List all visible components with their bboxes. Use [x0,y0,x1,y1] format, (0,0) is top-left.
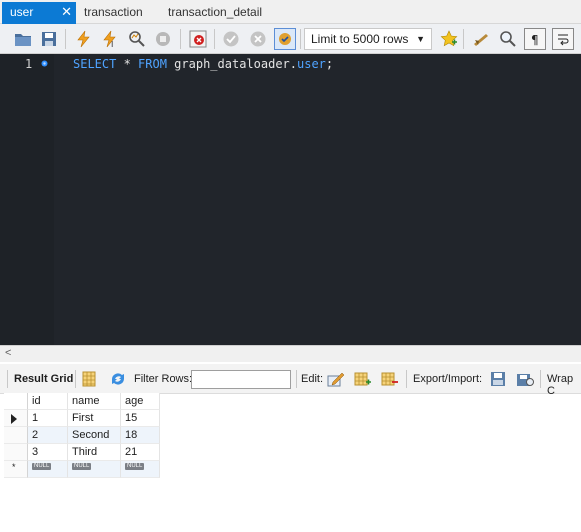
row-header[interactable] [4,427,28,444]
cell-name[interactable]: Third [68,444,121,461]
query-tab-bar: user ✕ transaction transaction_detail [0,0,581,24]
import-icon[interactable] [516,370,534,388]
null-badge: NULL [125,463,145,470]
cell-age[interactable]: NULL [121,461,160,478]
keyword-select: SELECT [73,57,117,71]
refresh-icon[interactable] [109,370,127,388]
keyword-from: FROM [138,57,167,71]
export-icon[interactable] [489,370,507,388]
chevron-down-icon: ▼ [416,34,425,44]
open-folder-icon[interactable] [12,28,34,50]
line-number: 1 [25,57,33,71]
tab-label: transaction [84,5,143,19]
null-badge: NULL [32,463,52,470]
edit-row-icon[interactable] [327,370,345,388]
code-semicolon: ; [325,57,334,71]
cell-id[interactable]: 2 [28,427,68,444]
sql-editor[interactable]: 1 SELECT * FROM graph_dataloader.user; [0,54,581,345]
editor-horizontal-scrollbar[interactable]: < [0,345,581,362]
sql-code-line[interactable]: SELECT * FROM graph_dataloader.user; [73,57,333,71]
code-star: * [116,57,139,71]
execute-current-icon[interactable]: I [99,28,121,50]
limit-rows-value: Limit to 5000 rows [311,32,409,46]
column-header-age[interactable]: age [121,393,160,410]
close-tab-icon[interactable]: ✕ [61,2,72,22]
null-badge: NULL [72,463,92,470]
wrap-icon[interactable] [552,28,574,50]
cell-id[interactable]: 1 [28,410,68,427]
row-header[interactable]: * [4,461,28,478]
edit-label: Edit: [301,373,324,385]
cell-name[interactable]: First [68,410,121,427]
delete-row-icon[interactable] [381,370,399,388]
cell-id[interactable]: 3 [28,444,68,461]
cell-id[interactable]: NULL [28,461,68,478]
current-row-icon [11,414,17,424]
code-schema: graph_dataloader. [166,57,297,71]
statement-marker-icon [41,60,48,67]
cell-age[interactable]: 21 [121,444,160,461]
svg-text:¶: ¶ [531,33,539,46]
new-row-marker: * [12,462,16,472]
tab-transaction-detail[interactable]: transaction_detail [160,2,280,24]
tab-user[interactable]: user ✕ [2,2,76,24]
sql-editor-toolbar: I Limit to 5000 rows ▼ ¶ [0,24,581,54]
result-toolbar: Result Grid Filter Rows: Edit: Export/Im… [0,364,581,397]
stop-icon[interactable] [152,28,174,50]
filter-rows-label: Filter Rows: [134,373,193,385]
tab-transaction[interactable]: transaction [76,2,160,24]
commit-icon[interactable] [220,28,242,50]
tab-label: transaction_detail [168,5,263,19]
rollback-icon[interactable] [247,28,269,50]
autocommit-icon[interactable] [274,28,296,50]
execute-icon[interactable] [72,28,94,50]
svg-text:I: I [111,40,113,48]
cell-name[interactable]: NULL [68,461,121,478]
row-header[interactable] [4,444,28,461]
line-gutter: 1 [0,54,54,345]
beautify-icon[interactable] [470,28,492,50]
invisible-chars-icon[interactable]: ¶ [524,28,546,50]
result-grid-label[interactable]: Result Grid [14,373,73,385]
cell-age[interactable]: 15 [121,410,160,427]
cell-age[interactable]: 18 [121,427,160,444]
wrap-cell-label[interactable]: Wrap C [547,373,581,397]
filter-rows-input[interactable] [191,370,291,389]
scroll-left-icon[interactable]: < [5,347,11,359]
save-icon[interactable] [38,28,60,50]
explain-icon[interactable] [126,28,148,50]
tab-label: user [10,5,34,19]
column-header-name[interactable]: name [68,393,121,410]
row-header[interactable] [4,410,28,427]
limit-rows-select[interactable]: Limit to 5000 rows ▼ [304,28,432,50]
export-import-label: Export/Import: [413,373,483,385]
find-icon[interactable] [497,28,519,50]
row-header-corner [4,393,28,410]
code-table: user [297,57,326,71]
cell-name[interactable]: Second [68,427,121,444]
insert-row-icon[interactable] [354,370,372,388]
grid-layout-icon[interactable] [80,370,98,388]
toggle-error-icon[interactable] [187,28,209,50]
bookmark-icon[interactable] [438,28,460,50]
column-header-id[interactable]: id [28,393,68,410]
